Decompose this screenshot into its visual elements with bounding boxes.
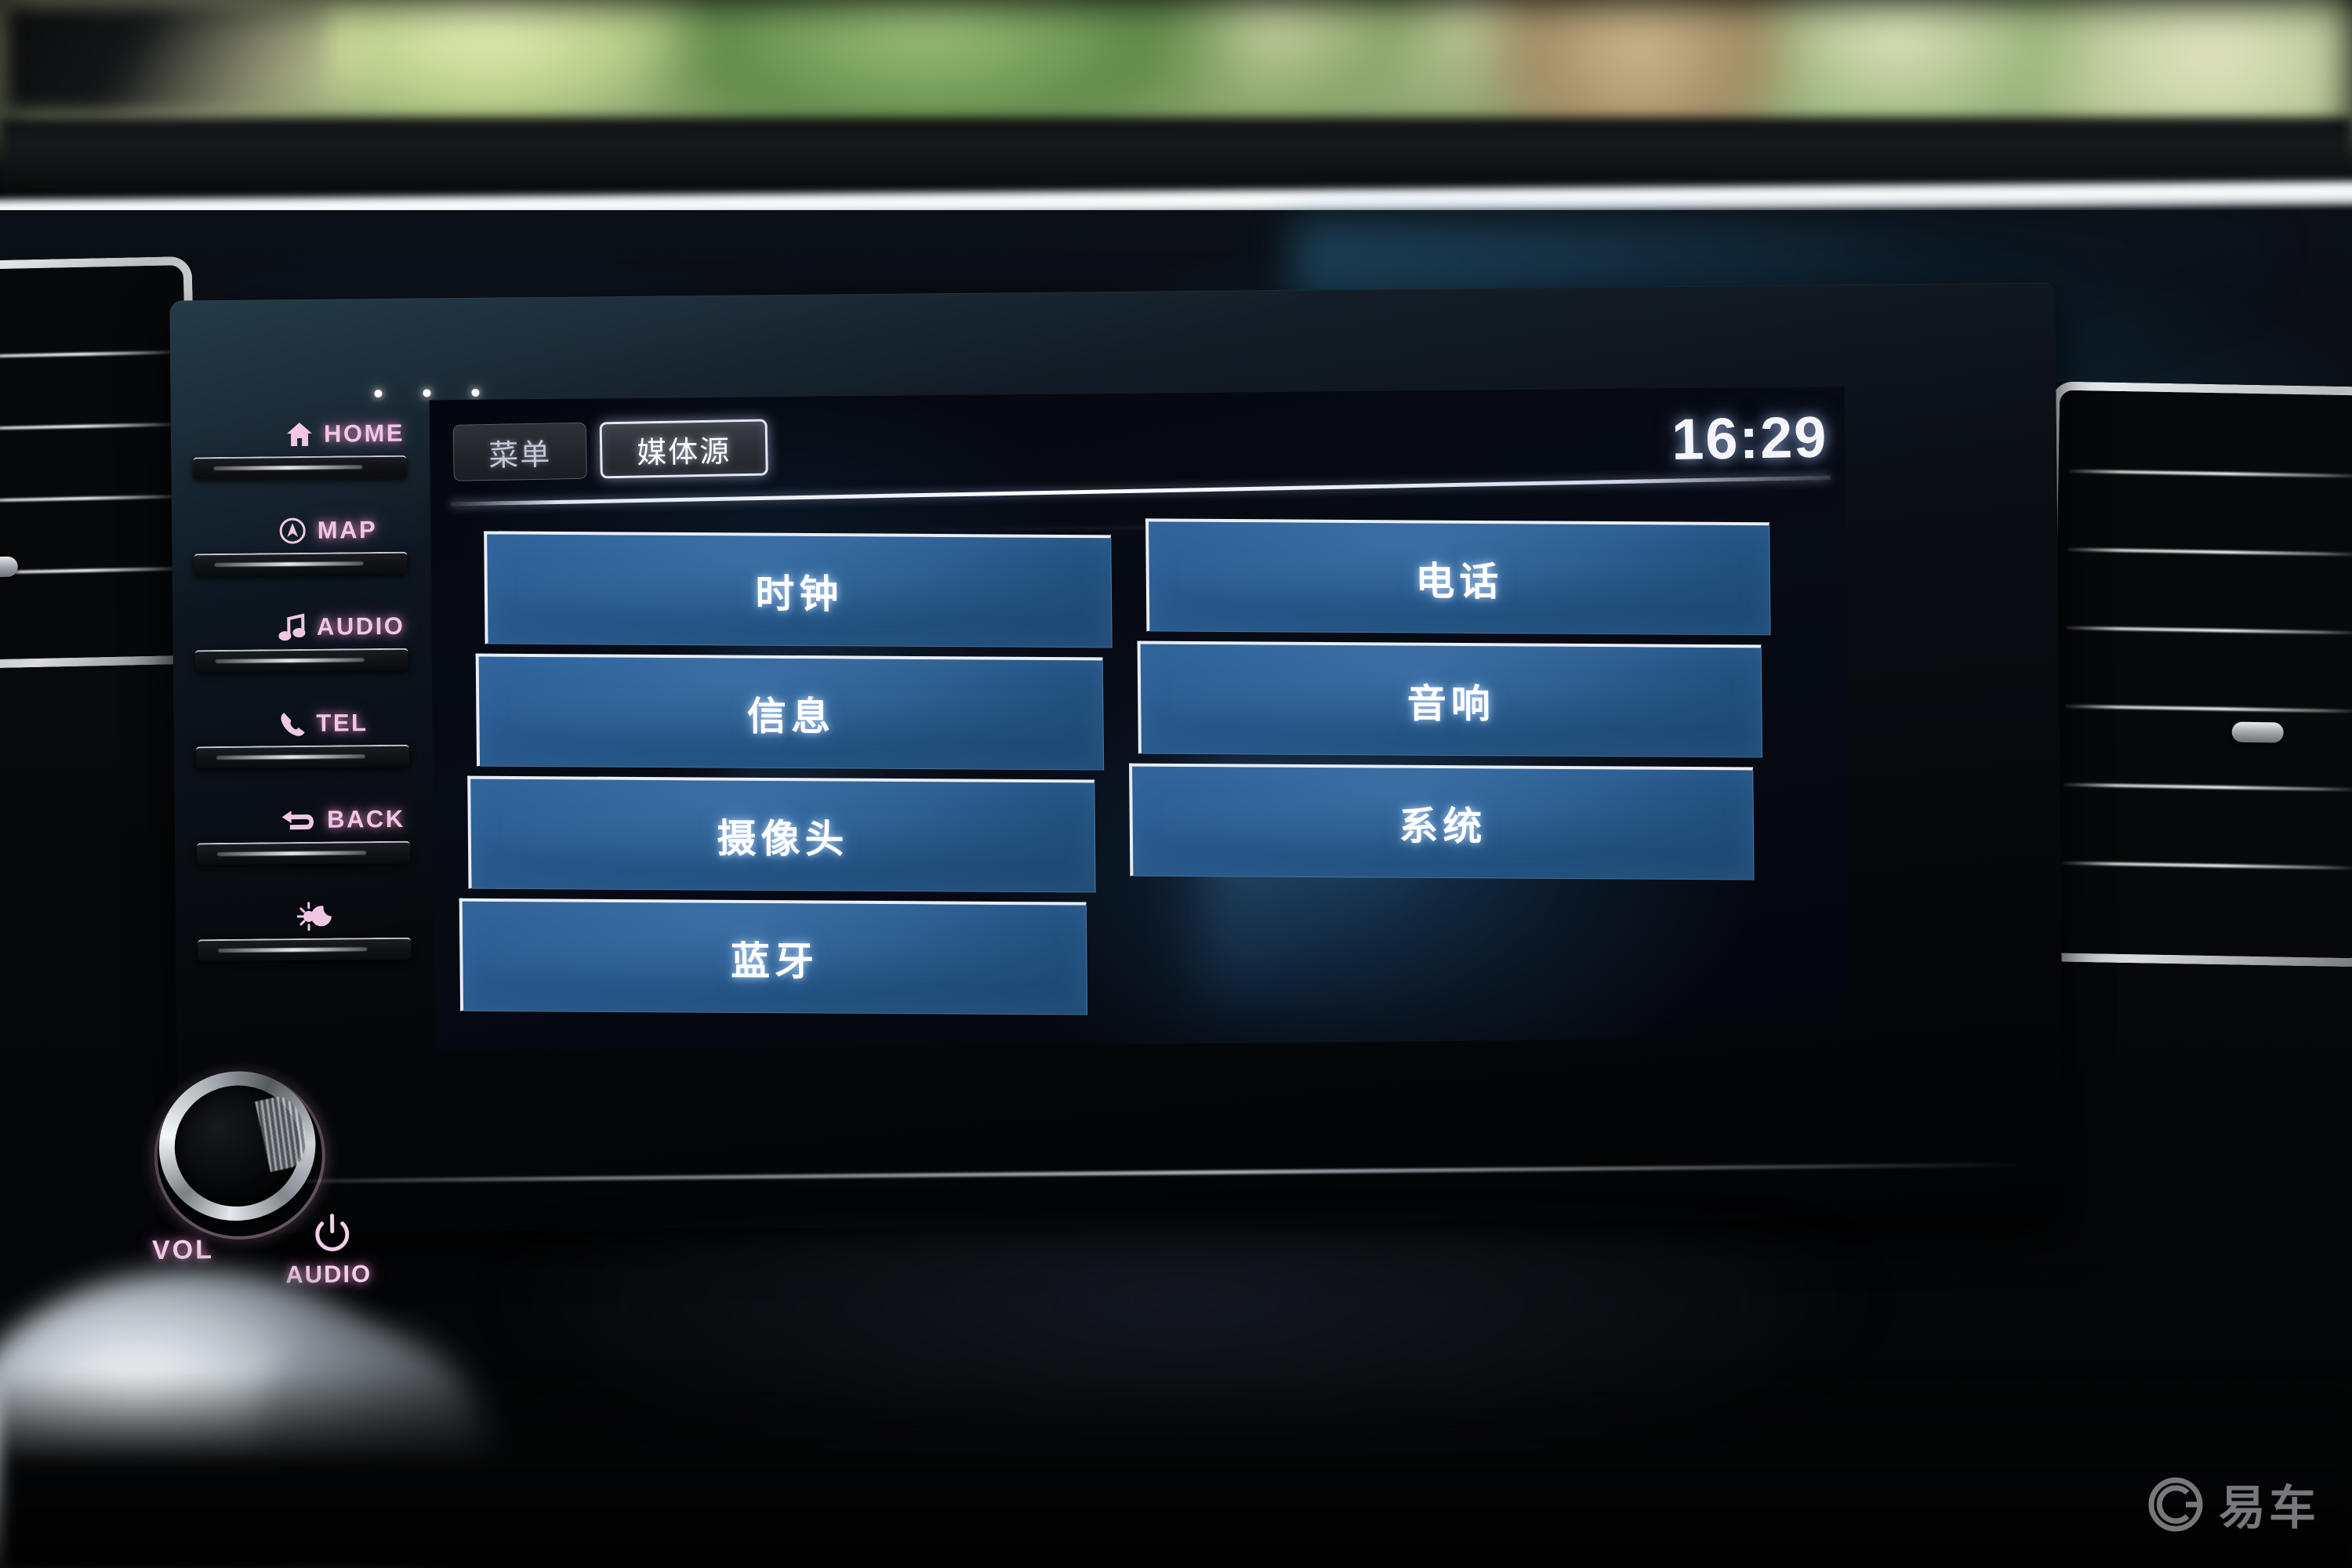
menu-tile-audio[interactable]: 音响	[1137, 641, 1763, 758]
hard-key-home-button[interactable]	[193, 455, 407, 480]
hard-key-back-button[interactable]	[196, 840, 411, 866]
phone-handset-icon	[281, 713, 305, 736]
menu-tile-camera[interactable]: 摄像头	[467, 775, 1096, 893]
hard-key-brightness-label-row	[191, 898, 419, 935]
lower-console-shadow	[0, 1372, 2352, 1568]
map-compass-icon	[279, 517, 306, 544]
windshield-pillar-shadow	[0, 0, 329, 118]
hard-key-tel-button[interactable]	[195, 744, 410, 769]
menu-tile-label: 信息	[746, 694, 836, 739]
menu-tile-label: 蓝牙	[730, 938, 819, 984]
menu-tile-grid: 时钟 信息 摄像头 蓝牙 电话 音响 系统	[452, 512, 1837, 1027]
hard-key-tel-label-row: TEL	[189, 706, 416, 742]
menu-tile-label: 电话	[1415, 558, 1504, 604]
hard-key-map-button[interactable]	[194, 551, 408, 576]
car-interior-scene: HOME MAP AUDIO TEL BACK VOL AUDIO 菜单 媒体源…	[0, 0, 2352, 1568]
hard-key-label: TEL	[316, 709, 368, 737]
led-dot	[471, 388, 480, 397]
hard-key-column: HOME MAP AUDIO TEL BACK	[186, 385, 480, 1093]
hard-key-back-label-row: BACK	[191, 802, 418, 839]
indicator-leds	[374, 388, 480, 398]
hard-key-label: MAP	[317, 516, 378, 544]
air-vent-right[interactable]	[2041, 381, 2352, 967]
led-dot	[374, 389, 383, 398]
menu-tile-label: 音响	[1406, 681, 1496, 726]
hard-key-home-label-row: HOME	[187, 416, 414, 453]
tab-menu-label: 菜单	[488, 438, 552, 473]
menu-tile-label: 摄像头	[717, 816, 849, 862]
menu-tile-clock[interactable]: 时钟	[484, 531, 1112, 648]
hard-key-label: BACK	[326, 804, 405, 833]
hard-key-audio[interactable]: AUDIO	[188, 609, 416, 673]
hard-key-map[interactable]: MAP	[187, 513, 416, 576]
dashboard-upper-band	[0, 118, 2352, 188]
menu-tile-label: 时钟	[755, 572, 844, 616]
hard-key-label: HOME	[323, 419, 405, 448]
back-arrow-icon	[282, 811, 314, 830]
hard-key-brightness-button[interactable]	[198, 937, 412, 962]
hard-key-back[interactable]: BACK	[191, 802, 419, 866]
music-note-icon	[278, 613, 306, 641]
hard-key-label: AUDIO	[316, 612, 405, 641]
hard-key-brightness[interactable]	[191, 898, 419, 962]
led-dot	[423, 389, 431, 397]
menu-tile-label: 系统	[1399, 804, 1487, 848]
home-icon	[286, 422, 312, 447]
infotainment-display[interactable]: 菜单 媒体源 16:29 时钟 信息 摄像头 蓝牙 电话 音响 系统	[429, 387, 1851, 1051]
audio-power-label: AUDIO	[285, 1260, 372, 1289]
power-icon	[315, 1214, 350, 1251]
hard-key-home[interactable]: HOME	[187, 416, 415, 480]
hard-key-audio-label-row: AUDIO	[188, 609, 416, 646]
vent-direction-knob[interactable]	[2231, 721, 2284, 743]
tab-bar: 菜单 媒体源	[452, 419, 768, 481]
volume-knob-assembly: VOL AUDIO	[130, 1056, 391, 1305]
hard-key-audio-button[interactable]	[194, 648, 408, 673]
tab-media-source-label: 媒体源	[636, 434, 731, 470]
volume-label: VOL	[151, 1235, 215, 1265]
menu-tile-phone[interactable]: 电话	[1145, 518, 1771, 636]
tab-menu[interactable]: 菜单	[452, 422, 587, 481]
tab-media-source[interactable]: 媒体源	[599, 419, 768, 479]
hard-key-map-label-row: MAP	[187, 513, 415, 550]
menu-tile-system[interactable]: 系统	[1129, 763, 1755, 880]
brightness-day-night-icon	[296, 902, 332, 931]
clock-display: 16:29	[1671, 404, 1828, 473]
head-unit-bottom-edge	[225, 1162, 2029, 1184]
hard-key-tel[interactable]: TEL	[189, 706, 417, 769]
head-unit: HOME MAP AUDIO TEL BACK VOL AUDIO 菜单 媒体源…	[140, 282, 2064, 1288]
menu-tile-information[interactable]: 信息	[475, 653, 1105, 771]
menu-tile-bluetooth[interactable]: 蓝牙	[459, 898, 1088, 1015]
